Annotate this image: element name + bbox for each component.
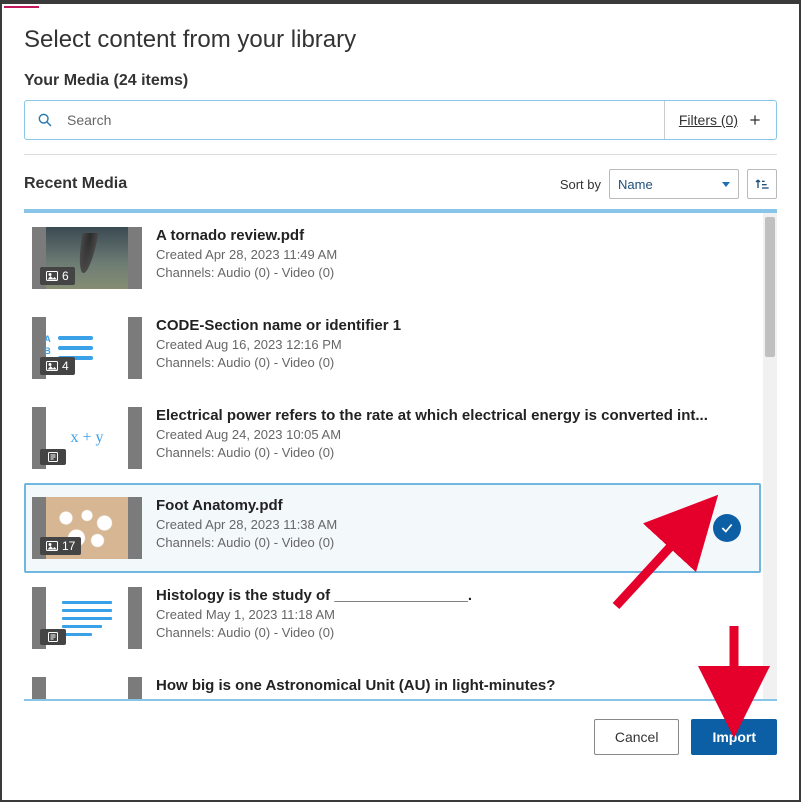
media-item[interactable]: x + y How big is one Astronomical Unit (A… (24, 663, 761, 701)
search-box[interactable] (25, 101, 664, 139)
thumbnail-doc-badge (40, 629, 66, 645)
subtitle-suffix: ) (183, 72, 188, 89)
scrollbar[interactable] (763, 213, 777, 699)
sort-direction-button[interactable] (747, 169, 777, 199)
media-title: Histology is the study of ______________… (156, 587, 749, 604)
badge-count: 4 (62, 359, 69, 373)
dialog-title: Select content from your library (24, 26, 777, 54)
media-title: Foot Anatomy.pdf (156, 497, 749, 514)
sort-select[interactable]: Name (609, 169, 739, 199)
media-thumbnail: x + y (32, 407, 142, 469)
media-item[interactable]: x + y Electrical power refers to the rate… (24, 393, 761, 483)
badge-count: 17 (62, 539, 75, 553)
media-thumbnail: 6 (32, 227, 142, 289)
media-channels: Channels: Audio (0) - Video (0) (156, 534, 749, 552)
media-title: Electrical power refers to the rate at w… (156, 407, 749, 424)
chevron-down-icon (722, 182, 730, 187)
badge-count: 6 (62, 269, 69, 283)
media-item[interactable]: Histology is the study of ______________… (24, 573, 761, 663)
media-channels: Channels: Audio (0) - Video (0) (156, 354, 749, 372)
media-item[interactable]: AB4 CODE-Section name or identifier 1 Crea… (24, 303, 761, 393)
media-created: Created Aug 16, 2023 12:16 PM (156, 336, 749, 354)
thumbnail-count-badge: 6 (40, 267, 75, 285)
selected-check-icon (713, 514, 741, 542)
media-created: Created Aug 24, 2023 10:05 AM (156, 426, 749, 444)
search-row: Filters (0) (24, 100, 777, 140)
filters-label: Filters (0) (679, 112, 738, 128)
sort-asc-icon (754, 176, 770, 192)
sort-by-label: Sort by (560, 177, 601, 192)
media-item[interactable]: 6 A tornado review.pdf Created Apr 28, 202… (24, 213, 761, 303)
divider (24, 154, 777, 155)
media-thumbnail: AB4 (32, 317, 142, 379)
media-created: Created Apr 28, 2023 11:49 AM (156, 246, 749, 264)
import-button[interactable]: Import (691, 719, 777, 755)
media-created: Created Apr 28, 2023 11:38 AM (156, 516, 749, 534)
media-thumbnail (32, 587, 142, 649)
search-icon (37, 112, 53, 128)
media-created: Created Aug 24, 2023 11:16 AM (156, 696, 749, 701)
your-media-heading: Your Media (24 items) (24, 72, 777, 90)
filters-button[interactable]: Filters (0) (664, 101, 776, 139)
sort-value: Name (618, 177, 653, 192)
item-count: 24 items (119, 72, 183, 89)
cancel-button[interactable]: Cancel (594, 719, 680, 755)
thumbnail-count-badge: 17 (40, 537, 81, 555)
media-item[interactable]: 17 Foot Anatomy.pdf Created Apr 28, 2023 1… (24, 483, 761, 573)
media-thumbnail: x + y (32, 677, 142, 701)
plus-icon (748, 113, 762, 127)
thumbnail-doc-badge (40, 449, 66, 465)
recent-media-label: Recent Media (24, 175, 127, 193)
media-list: 6 A tornado review.pdf Created Apr 28, 202… (24, 209, 777, 701)
thumbnail-count-badge: 4 (40, 357, 75, 375)
media-title: CODE-Section name or identifier 1 (156, 317, 749, 334)
search-input[interactable] (65, 111, 654, 129)
subtitle-prefix: Your Media ( (24, 72, 119, 89)
media-created: Created May 1, 2023 11:18 AM (156, 606, 749, 624)
media-channels: Channels: Audio (0) - Video (0) (156, 444, 749, 462)
scrollbar-thumb[interactable] (765, 217, 775, 357)
media-title: How big is one Astronomical Unit (AU) in… (156, 677, 749, 694)
media-thumbnail: 17 (32, 497, 142, 559)
media-channels: Channels: Audio (0) - Video (0) (156, 264, 749, 282)
media-channels: Channels: Audio (0) - Video (0) (156, 624, 749, 642)
media-title: A tornado review.pdf (156, 227, 749, 244)
